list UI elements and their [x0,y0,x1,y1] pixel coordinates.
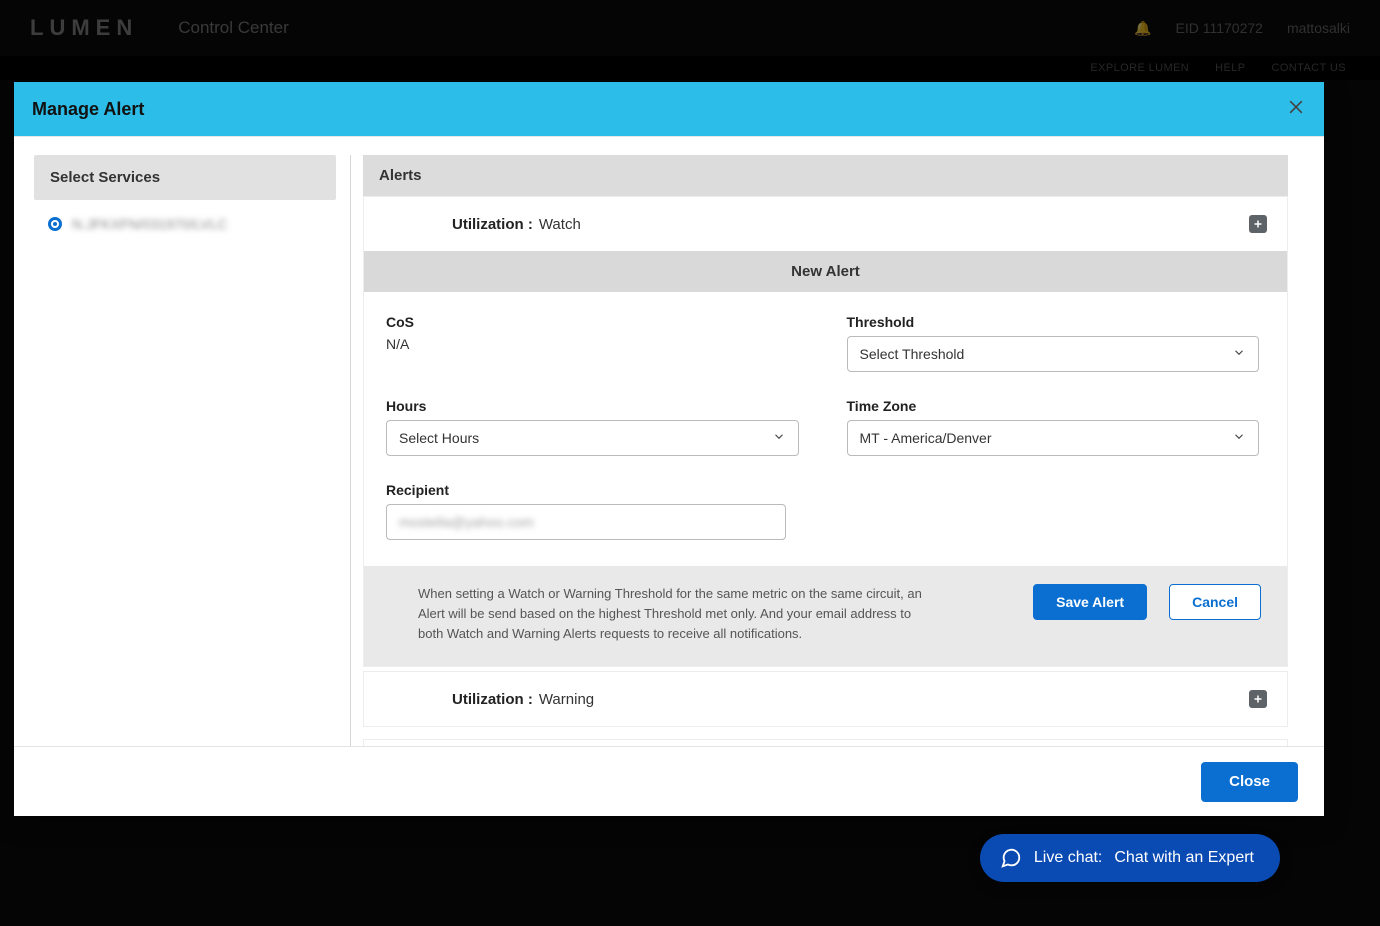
vertical-divider [350,155,351,746]
chat-icon [1000,847,1022,869]
close-button[interactable]: Close [1201,762,1298,802]
cancel-button[interactable]: Cancel [1169,584,1261,620]
chat-prefix: Live chat: [1034,849,1102,867]
cos-label: CoS [386,314,799,330]
chevron-down-icon [1232,346,1246,363]
save-alert-button[interactable]: Save Alert [1033,584,1147,620]
recipient-input[interactable]: mostella@yahoo.com [386,504,786,540]
close-icon[interactable] [1286,97,1306,122]
modal-footer: Close [14,746,1324,816]
alert-row-jitter-watch: Jitter : Watch [364,740,1287,746]
timezone-select[interactable]: MT - America/Denver [847,420,1260,456]
alerts-panel[interactable]: Alerts Utilization : Watch New Alert CoS [363,155,1314,746]
threshold-field: Threshold Select Threshold [847,314,1260,372]
add-alert-button[interactable] [1249,690,1267,708]
add-alert-button[interactable] [1249,215,1267,233]
alert-row-value: Warning [539,691,594,708]
threshold-select[interactable]: Select Threshold [847,336,1260,372]
sidebar: Select Services N.JFKXFN/031970/LVLC [34,155,336,746]
hours-select-value: Select Hours [399,430,479,446]
hours-field: Hours Select Hours [386,398,799,456]
modal-title: Manage Alert [32,99,144,120]
service-item[interactable]: N.JFKXFN/031970/LVLC [34,200,336,248]
live-chat-button[interactable]: Live chat: Chat with an Expert [980,834,1280,882]
threshold-select-value: Select Threshold [860,346,965,362]
recipient-label: Recipient [386,482,799,498]
cos-field: CoS N/A [386,314,799,372]
radio-selected-icon[interactable] [48,217,62,231]
chat-label: Chat with an Expert [1114,849,1254,867]
alerts-heading: Alerts [363,155,1288,196]
alert-row-label: Utilization : [452,216,533,233]
alert-row-utilization-warning: Utilization : Warning [364,672,1287,726]
alert-row-value: Watch [539,216,581,233]
manage-alert-modal: Manage Alert Select Services N.JFKXFN/03… [14,82,1324,816]
new-alert-heading: New Alert [364,251,1287,292]
sidebar-heading: Select Services [34,155,336,200]
recipient-field: Recipient mostella@yahoo.com [386,482,799,540]
alert-row-utilization-watch: Utilization : Watch [364,197,1287,251]
alert-row-label: Utilization : [452,691,533,708]
recipient-value: mostella@yahoo.com [399,514,534,530]
timezone-label: Time Zone [847,398,1260,414]
threshold-note: When setting a Watch or Warning Threshol… [418,584,938,644]
timezone-field: Time Zone MT - America/Denver [847,398,1260,456]
hours-label: Hours [386,398,799,414]
threshold-label: Threshold [847,314,1260,330]
modal-header: Manage Alert [14,82,1324,136]
chevron-down-icon [772,430,786,447]
service-id: N.JFKXFN/031970/LVLC [72,216,227,232]
timezone-select-value: MT - America/Denver [860,430,992,446]
hours-select[interactable]: Select Hours [386,420,799,456]
chevron-down-icon [1232,430,1246,447]
cos-value: N/A [386,336,799,352]
